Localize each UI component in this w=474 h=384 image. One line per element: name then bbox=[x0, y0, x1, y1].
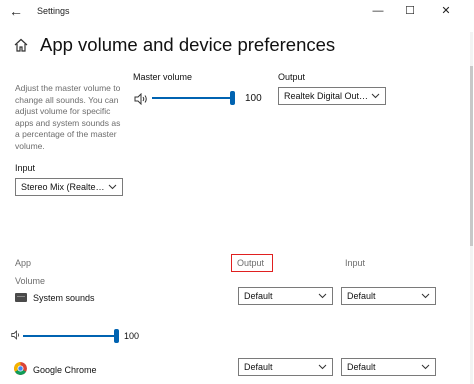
chevron-down-icon bbox=[318, 293, 327, 299]
title-bar: ← Settings — ☐ ✕ bbox=[0, 0, 474, 24]
master-volume-slider[interactable] bbox=[152, 91, 235, 105]
output-device-dropdown[interactable]: Realtek Digital Out… bbox=[278, 87, 386, 105]
master-volume-value: 100 bbox=[245, 93, 262, 104]
output-label: Output bbox=[278, 72, 306, 82]
close-button[interactable]: ✕ bbox=[436, 3, 456, 19]
chrome-output-value: Default bbox=[244, 362, 273, 372]
speaker-icon bbox=[134, 93, 147, 105]
system-sounds-output-dropdown[interactable]: Default bbox=[238, 287, 333, 305]
chevron-down-icon bbox=[421, 364, 430, 370]
output-device-value: Realtek Digital Out… bbox=[284, 91, 369, 101]
system-sounds-slider-thumb[interactable] bbox=[114, 329, 119, 343]
chevron-down-icon bbox=[421, 293, 430, 299]
input-label: Input bbox=[15, 163, 36, 173]
input-device-value: Stereo Mix (Realte… bbox=[21, 182, 105, 192]
page-title: App volume and device preferences bbox=[40, 34, 336, 55]
system-sounds-volume-value: 100 bbox=[124, 331, 140, 341]
system-sounds-volume-slider[interactable] bbox=[23, 329, 119, 343]
chevron-down-icon bbox=[318, 364, 327, 370]
chrome-icon bbox=[14, 362, 27, 375]
chrome-input-value: Default bbox=[347, 362, 376, 372]
speaker-device-icon bbox=[15, 293, 27, 302]
page-description: Adjust the master volume to change all s… bbox=[15, 83, 121, 151]
input-column-header: Input bbox=[345, 258, 366, 268]
scrollbar-thumb[interactable] bbox=[470, 66, 473, 246]
volume-column-header: Volume bbox=[15, 276, 46, 286]
system-sounds-slider-fill bbox=[23, 335, 114, 337]
system-sounds-label: System sounds bbox=[33, 293, 95, 303]
google-chrome-label: Google Chrome bbox=[33, 365, 97, 375]
master-slider-fill bbox=[152, 97, 230, 99]
system-sounds-input-dropdown[interactable]: Default bbox=[341, 287, 436, 305]
page-scrollbar[interactable] bbox=[470, 32, 473, 384]
chevron-down-icon bbox=[108, 184, 117, 190]
chevron-down-icon bbox=[371, 93, 380, 99]
home-icon[interactable] bbox=[13, 37, 29, 53]
chrome-output-dropdown[interactable]: Default bbox=[238, 358, 333, 376]
back-arrow-icon[interactable]: ← bbox=[9, 3, 23, 19]
master-slider-thumb[interactable] bbox=[230, 91, 235, 105]
chrome-input-dropdown[interactable]: Default bbox=[341, 358, 436, 376]
window-title: Settings bbox=[37, 6, 70, 16]
app-column-header: App bbox=[15, 258, 32, 268]
system-sounds-output-value: Default bbox=[244, 291, 273, 301]
minimize-button[interactable]: — bbox=[368, 3, 388, 19]
system-sounds-input-value: Default bbox=[347, 291, 376, 301]
master-volume-label: Master volume bbox=[133, 72, 193, 82]
speaker-icon bbox=[11, 330, 20, 340]
input-device-dropdown[interactable]: Stereo Mix (Realte… bbox=[15, 178, 123, 196]
output-column-header: Output bbox=[237, 258, 265, 268]
maximize-button[interactable]: ☐ bbox=[400, 3, 420, 19]
